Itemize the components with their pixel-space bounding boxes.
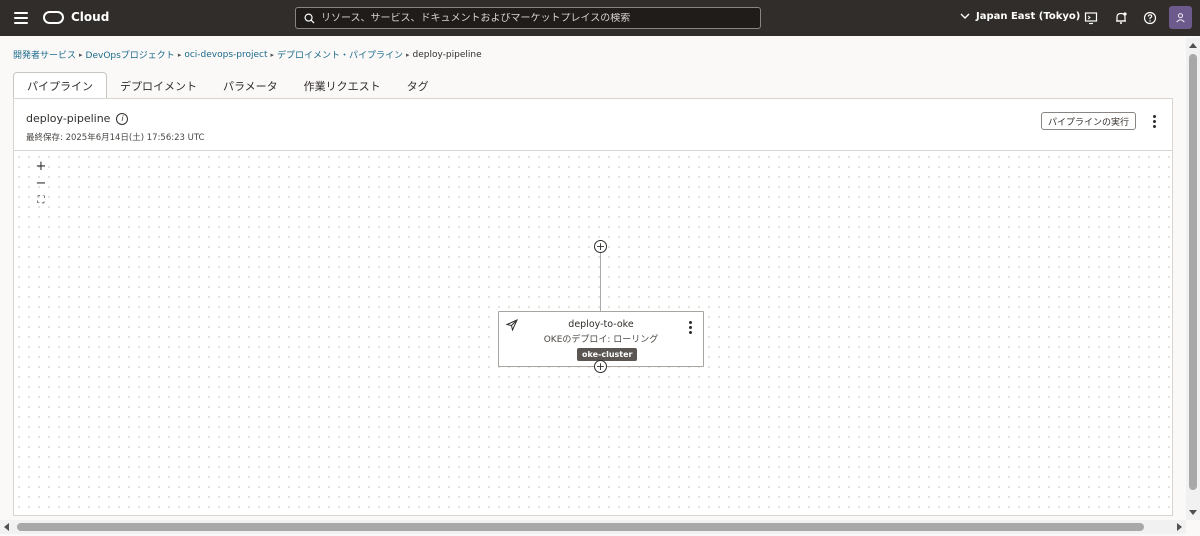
vertical-scrollbar[interactable]	[1186, 38, 1200, 520]
cloud-shell-icon[interactable]	[1084, 11, 1098, 25]
pipeline-canvas[interactable]: + − ⛶ + deploy-to-oke OKEのデプロイ: ローリング ok…	[14, 152, 1172, 516]
fit-to-screen-button[interactable]: ⛶	[32, 192, 50, 209]
zoom-out-button[interactable]: −	[32, 175, 50, 192]
horizontal-scrollbar[interactable]	[0, 520, 1186, 534]
breadcrumb: 開発者サービス ▸ DevOpsプロジェクト ▸ oci-devops-proj…	[13, 48, 482, 62]
oracle-logo-icon[interactable]	[43, 11, 64, 24]
breadcrumb-current: deploy-pipeline	[412, 49, 482, 60]
chevron-down-icon	[960, 13, 970, 19]
tab-tags[interactable]: タグ	[394, 72, 442, 99]
tab-parameters[interactable]: パラメータ	[210, 72, 291, 99]
stage-name: deploy-to-oke	[568, 319, 634, 330]
stage-actions-icon[interactable]	[689, 321, 693, 336]
breadcrumb-developer-services[interactable]: 開発者サービス	[13, 48, 76, 61]
pipeline-header: deploy-pipeline i 最終保存: 2025年6月14日(土) 17…	[14, 99, 1172, 151]
scroll-right-arrow-icon[interactable]	[1177, 523, 1182, 531]
tab-work-requests[interactable]: 作業リクエスト	[291, 72, 394, 99]
region-selector[interactable]: Japan East (Tokyo)	[960, 11, 1080, 22]
top-bar: Cloud Japan East (Tokyo)	[0, 0, 1200, 36]
breadcrumb-separator: ▸	[79, 50, 83, 59]
scroll-down-arrow-icon[interactable]	[1189, 510, 1197, 515]
run-pipeline-button[interactable]: パイプラインの実行	[1041, 112, 1137, 130]
tab-pipeline[interactable]: パイプライン	[13, 72, 107, 99]
more-actions-icon[interactable]	[1153, 115, 1157, 130]
pipeline-panel: deploy-pipeline i 最終保存: 2025年6月14日(土) 17…	[13, 98, 1173, 516]
stage-node[interactable]: deploy-to-oke OKEのデプロイ: ローリング oke-cluste…	[498, 311, 704, 367]
add-stage-after-icon[interactable]: +	[594, 360, 607, 373]
menu-icon[interactable]	[14, 12, 28, 24]
zoom-controls: + − ⛶	[32, 158, 50, 209]
zoom-in-button[interactable]: +	[32, 158, 50, 175]
pipeline-title: deploy-pipeline i	[26, 112, 129, 125]
scroll-left-arrow-icon[interactable]	[4, 523, 9, 531]
pipeline-name: deploy-pipeline	[26, 112, 111, 125]
breadcrumb-deployment-pipelines[interactable]: デプロイメント・パイプライン	[277, 48, 403, 61]
info-icon[interactable]: i	[116, 112, 129, 125]
search-icon	[304, 13, 315, 24]
horizontal-scroll-thumb[interactable]	[17, 523, 1144, 531]
scroll-up-arrow-icon[interactable]	[1189, 43, 1197, 48]
add-stage-before-icon[interactable]: +	[594, 240, 607, 253]
cluster-badge: oke-cluster	[577, 348, 638, 361]
notifications-bell-icon[interactable]	[1114, 11, 1128, 25]
region-label: Japan East (Tokyo)	[976, 11, 1081, 22]
breadcrumb-separator: ▸	[177, 50, 182, 59]
search-input[interactable]	[321, 12, 760, 24]
vertical-scroll-thumb[interactable]	[1189, 54, 1197, 490]
breadcrumb-project[interactable]: oci-devops-project	[184, 50, 267, 60]
tab-bar: パイプライン デプロイメント パラメータ 作業リクエスト タグ	[13, 72, 442, 99]
brand-name[interactable]: Cloud	[71, 10, 109, 24]
stage-type: OKEのデプロイ: ローリング	[543, 335, 659, 345]
tab-deployments[interactable]: デプロイメント	[107, 72, 210, 99]
user-avatar[interactable]	[1169, 6, 1192, 29]
search-box[interactable]	[295, 7, 761, 29]
breadcrumb-separator: ▸	[270, 50, 275, 59]
user-icon	[1176, 13, 1185, 23]
help-icon[interactable]	[1143, 11, 1157, 25]
breadcrumb-separator: ▸	[406, 50, 410, 59]
last-saved-text: 最終保存: 2025年6月14日(土) 17:56:23 UTC	[26, 133, 205, 143]
pipeline-connector	[600, 253, 601, 311]
breadcrumb-devops-projects[interactable]: DevOpsプロジェクト	[86, 48, 175, 61]
